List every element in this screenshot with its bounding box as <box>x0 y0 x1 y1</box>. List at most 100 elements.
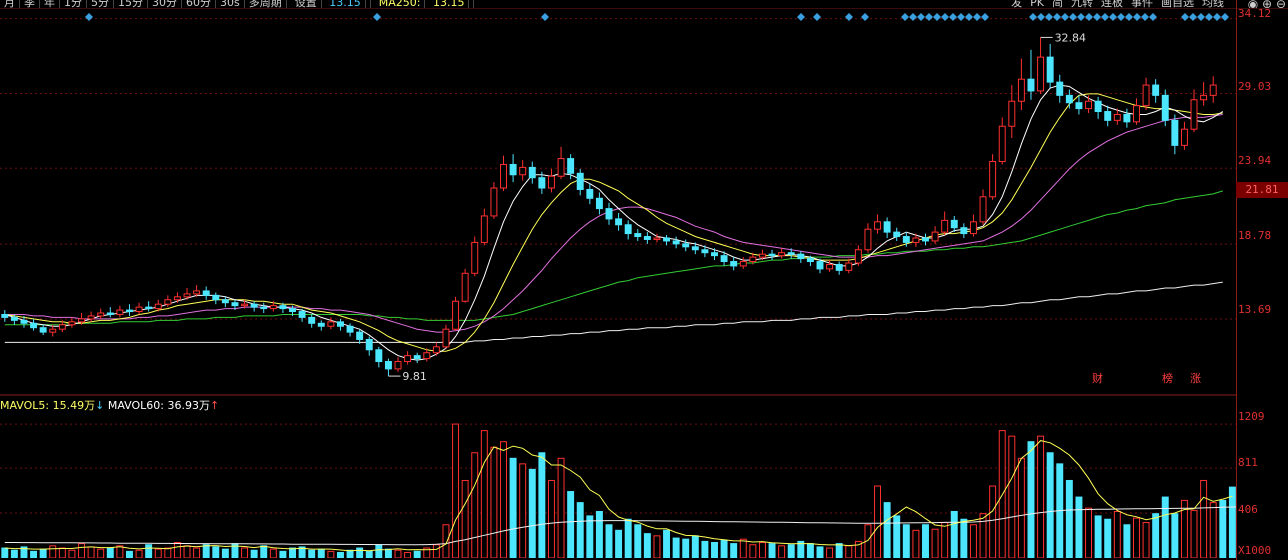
volume-bar-down <box>835 543 843 558</box>
btn-fa[interactable]: 发 <box>1007 0 1026 8</box>
volume-bar-down <box>663 529 671 558</box>
btn-pk[interactable]: PK <box>1026 0 1048 8</box>
volume-bar-up <box>269 548 277 558</box>
volume-bar-down <box>605 524 613 558</box>
marker-rise[interactable]: 涨 <box>1190 370 1201 386</box>
btn-ma-line[interactable]: 均线 <box>1198 0 1228 8</box>
candle-down <box>567 158 575 174</box>
volume-bar-up <box>1133 517 1140 558</box>
volume-bar-up <box>490 446 498 558</box>
price-chart[interactable]: 32.84 9.81 <box>0 9 1236 394</box>
candle-up <box>854 249 862 264</box>
volume-bar-up <box>989 485 997 558</box>
candle-down <box>787 252 795 255</box>
tab-5min[interactable]: 5分 <box>87 0 114 8</box>
btn-lianban[interactable]: 连板 <box>1097 0 1127 8</box>
tab-30min[interactable]: 30分 <box>148 0 182 8</box>
tab-year[interactable]: 年 <box>40 0 60 8</box>
candle-down <box>1065 94 1073 104</box>
candle-down <box>883 221 891 233</box>
toolbar-right: 发 PK 简九转 连板 事件 画自选 均线 <box>1007 0 1228 8</box>
signal-diamond <box>901 13 909 21</box>
candle-down <box>221 299 229 304</box>
candle-down <box>691 246 699 251</box>
marker-financial[interactable]: 财 <box>1092 370 1103 386</box>
btn-jiuzhuan[interactable]: 九转 <box>1067 0 1097 8</box>
btn-event[interactable]: 事件 <box>1127 0 1157 8</box>
volume-bar-down <box>691 535 699 558</box>
candle-down <box>289 308 296 313</box>
volume-bar-up <box>1190 509 1198 558</box>
volume-bar-down <box>893 515 901 558</box>
volume-bar-down <box>1104 518 1112 558</box>
signal-diamond <box>1149 13 1157 21</box>
volume-bar-up <box>557 457 565 558</box>
volume-bar-down <box>202 544 210 558</box>
tab-quarter[interactable]: 季 <box>20 0 40 8</box>
price-tick-label: 34.12 <box>1238 7 1272 20</box>
btn-draw-watchlist[interactable]: 画自选 <box>1157 0 1198 8</box>
tab-month[interactable]: 月 <box>0 0 20 8</box>
volume-bar-up <box>778 545 786 558</box>
pane-divider <box>0 394 1236 396</box>
price-tick-label: 29.03 <box>1238 80 1272 93</box>
candle-up <box>500 163 507 189</box>
candle-down <box>1171 119 1179 146</box>
candle-down <box>250 303 258 308</box>
candle-up <box>749 256 757 263</box>
volume-bar-down <box>567 491 575 558</box>
high-price-label: 32.84 <box>1055 31 1087 44</box>
candle-down <box>1075 102 1083 110</box>
candle-up <box>68 321 76 326</box>
candle-up <box>471 241 479 274</box>
volume-chart[interactable] <box>0 410 1236 558</box>
candle-up <box>49 328 57 333</box>
signal-diamond <box>1205 13 1213 21</box>
volume-bar-down <box>1027 441 1035 558</box>
signal-diamond <box>1037 13 1045 21</box>
period-tabs: 月季年 1分 5分 15分 30分 60分 30s 多周期 设置 13.15 MA250: 13.… <box>0 0 475 8</box>
low-price-label: 9.81 <box>402 370 427 383</box>
candle-up <box>461 272 469 302</box>
volume-bar-down <box>1123 524 1131 558</box>
candle-down <box>835 263 843 271</box>
candle-up <box>758 253 766 258</box>
candle-up <box>941 219 949 233</box>
candle-up <box>519 166 527 176</box>
signal-diamond <box>981 13 989 21</box>
candle-up <box>423 352 431 360</box>
volume-bar-down <box>1228 486 1236 558</box>
candle-down <box>125 309 133 313</box>
candle-down <box>384 361 392 370</box>
volume-bar-up <box>758 541 766 558</box>
candle-down <box>1094 100 1102 113</box>
volume-bar-down <box>365 550 373 558</box>
tab-15min[interactable]: 15分 <box>114 0 148 8</box>
candle-up <box>442 328 450 348</box>
candle-up <box>490 187 498 217</box>
tab-multi-period[interactable]: 多周期 <box>245 0 287 8</box>
volume-bar-up <box>1142 522 1150 558</box>
candle-up <box>874 221 882 230</box>
signal-diamond <box>941 13 949 21</box>
volume-bar-up <box>519 463 527 558</box>
candle-up <box>969 221 977 235</box>
tab-60min[interactable]: 60分 <box>182 0 216 8</box>
marker-rank[interactable]: 榜 <box>1162 370 1173 386</box>
volume-bar-down <box>643 533 651 558</box>
volume-bar-down <box>30 550 38 558</box>
tab-1min[interactable]: 1分 <box>60 0 87 8</box>
volume-bar-down <box>1075 496 1083 558</box>
candle-up <box>78 318 85 323</box>
volume-bar-down <box>356 547 364 558</box>
btn-jian[interactable]: 简 <box>1048 0 1067 8</box>
candle-up <box>173 296 181 301</box>
signal-diamond <box>1181 13 1189 21</box>
tab-30s[interactable]: 30s <box>216 0 245 8</box>
candle-down <box>701 249 709 254</box>
signal-diamond <box>1189 13 1197 21</box>
volume-bar-down <box>1 547 9 558</box>
volume-bar-up <box>845 545 853 558</box>
signal-diamond <box>909 13 917 21</box>
settings-button[interactable]: 设置 13.15 <box>287 0 371 8</box>
